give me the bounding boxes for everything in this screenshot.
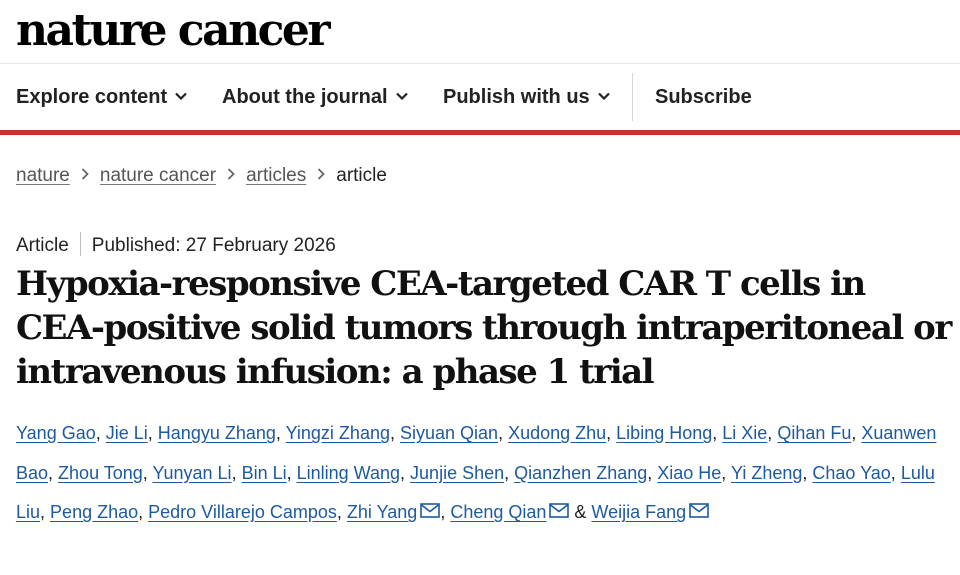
mail-icon[interactable] [549,503,570,519]
chevron-right-icon [227,168,235,181]
mail-icon[interactable] [420,503,441,519]
author-link[interactable]: Qianzhen Zhang [514,463,647,483]
author-link[interactable]: Jie Li [106,423,148,443]
nav-explore-label: Explore content [16,86,168,108]
chevron-right-icon [81,168,89,181]
author-link[interactable]: Zhi Yang [347,502,417,522]
breadcrumb-articles[interactable]: articles [246,165,306,186]
author-link[interactable]: Libing Hong [616,423,712,443]
author-link[interactable]: Li Xie [722,423,767,443]
nav-subscribe[interactable]: Subscribe [655,64,752,130]
article-title: Hypoxia-responsive CEA-targeted CAR T ce… [16,264,952,392]
author-link[interactable]: Linling Wang [297,463,400,483]
accent-bar [0,130,960,135]
breadcrumb-current: article [336,165,387,186]
nav-about-label: About the journal [222,86,388,108]
site-header: nature cancer [0,0,960,64]
breadcrumb-nature[interactable]: nature [16,165,70,186]
nav-publish-label: Publish with us [443,86,590,108]
breadcrumb-nature-cancer[interactable]: nature cancer [100,165,216,186]
chevron-down-icon [395,92,408,100]
author-link[interactable]: Yang Gao [16,423,96,443]
chevron-right-icon [318,168,326,181]
author-link[interactable]: Weijia Fang [591,502,686,522]
author-link[interactable]: Peng Zhao [50,502,138,522]
author-link[interactable]: Yunyan Li [152,463,231,483]
main-nav: Explore content About the journal Publis… [0,64,960,130]
mail-icon[interactable] [689,503,709,519]
author-list: Yang Gao, Jie Li, Hangyu Zhang, Yingzi Z… [16,423,937,522]
chevron-down-icon [597,92,610,100]
author-link[interactable]: Pedro Villarejo Campos [148,502,337,522]
author-link[interactable]: Zhou Tong [58,463,143,483]
author-link[interactable]: Junjie Shen [410,463,504,483]
journal-logo[interactable]: nature cancer [16,0,331,62]
article-meta: Article Published: 27 February 2026 [16,232,336,259]
meta-divider [79,232,81,257]
nav-publish-with-us[interactable]: Publish with us [443,64,610,130]
published-date: Published: 27 February 2026 [91,235,336,256]
author-link[interactable]: Yingzi Zhang [286,423,390,443]
nav-explore-content[interactable]: Explore content [16,64,187,130]
author-link[interactable]: Cheng Qian [450,502,546,522]
author-link[interactable]: Bin Li [242,463,287,483]
author-link[interactable]: Siyuan Qian [400,423,498,443]
breadcrumb: nature nature cancer articles article [16,163,387,189]
nav-divider [632,73,633,121]
author-link[interactable]: Chao Yao [812,463,890,483]
author-link[interactable]: Xiao He [657,463,721,483]
author-link[interactable]: Qihan Fu [777,423,851,443]
author-link[interactable]: Hangyu Zhang [158,423,276,443]
chevron-down-icon [175,92,187,100]
author-link[interactable]: Yi Zheng [731,463,802,483]
article-type: Article [16,235,69,256]
nav-about-journal[interactable]: About the journal [222,64,408,130]
author-link[interactable]: Xudong Zhu [508,423,606,443]
